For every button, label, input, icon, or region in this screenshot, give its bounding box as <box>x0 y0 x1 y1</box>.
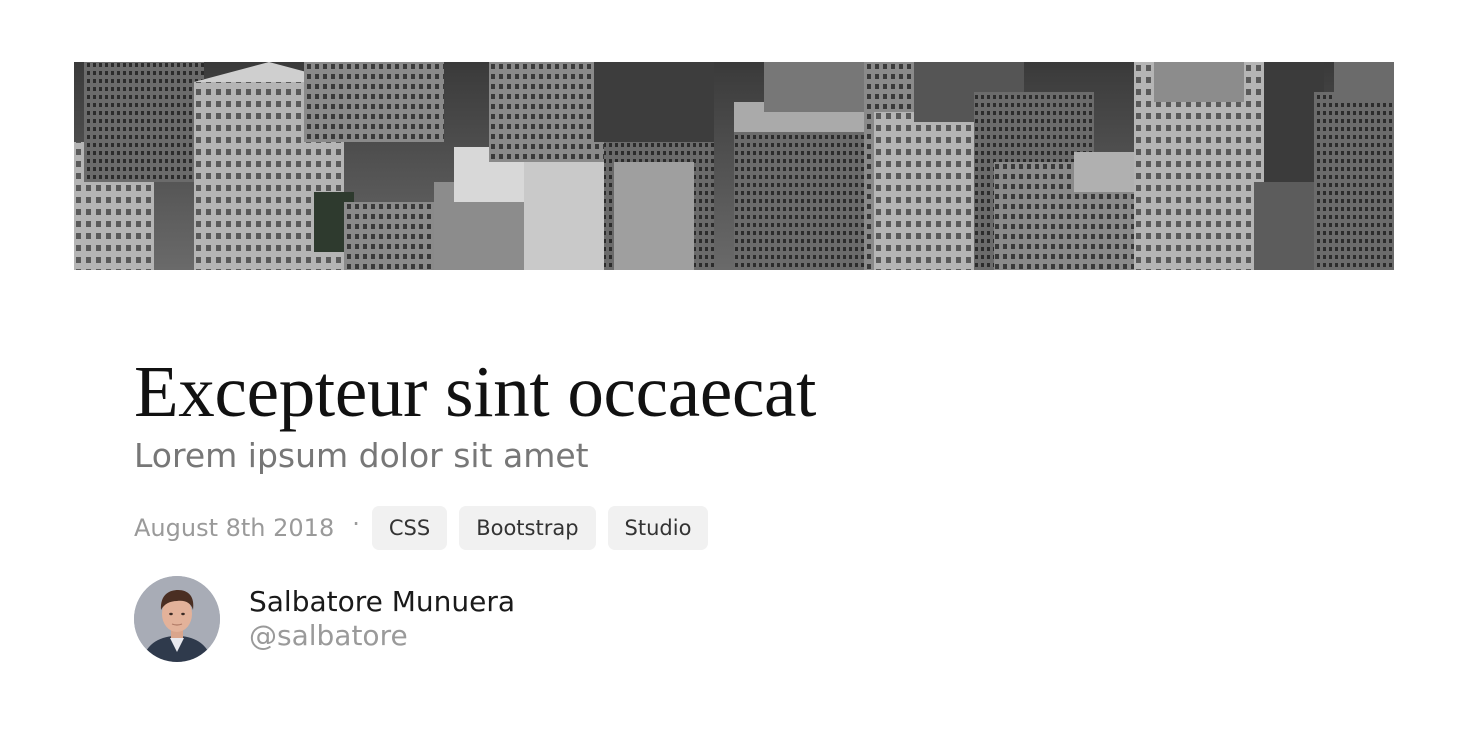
author-handle[interactable]: @salbatore <box>249 619 515 653</box>
hero-image <box>74 62 1394 270</box>
avatar[interactable] <box>134 576 220 662</box>
tag-bootstrap[interactable]: Bootstrap <box>459 506 596 550</box>
article-title: Excepteur sint occaecat <box>134 351 817 432</box>
author-name[interactable]: Salbatore Munuera <box>249 585 515 619</box>
tag-studio[interactable]: Studio <box>607 506 709 550</box>
article-meta: August 8th 2018 · CSS Bootstrap Studio <box>134 506 1334 550</box>
author-block: Salbatore Munuera @salbatore <box>134 576 1334 662</box>
meta-separator: · <box>352 510 360 538</box>
article-header: Excepteur sint occaecat Lorem ipsum dolo… <box>134 352 1334 662</box>
publish-date: August 8th 2018 <box>134 514 335 542</box>
author-info: Salbatore Munuera @salbatore <box>249 585 515 653</box>
tag-css[interactable]: CSS <box>371 506 448 550</box>
author-portrait-icon <box>134 576 220 662</box>
article-subtitle: Lorem ipsum dolor sit amet <box>134 436 589 475</box>
city-aerial-illustration <box>74 62 1394 270</box>
